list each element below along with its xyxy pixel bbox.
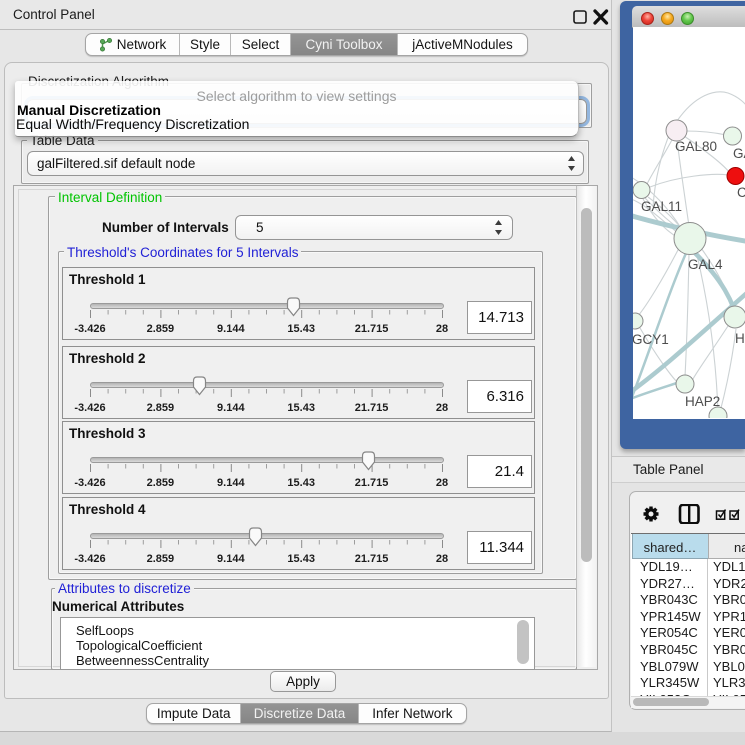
svg-text:GAL11: GAL11 [641, 199, 682, 214]
svg-text:H: H [735, 331, 745, 346]
svg-text:HAP2: HAP2 [685, 394, 720, 409]
svg-text:C: C [737, 185, 745, 200]
svg-text:GAL4: GAL4 [688, 257, 723, 272]
svg-text:GAL80: GAL80 [675, 139, 717, 154]
svg-text:GCY1: GCY1 [633, 332, 669, 347]
svg-text:GA: GA [733, 146, 745, 161]
